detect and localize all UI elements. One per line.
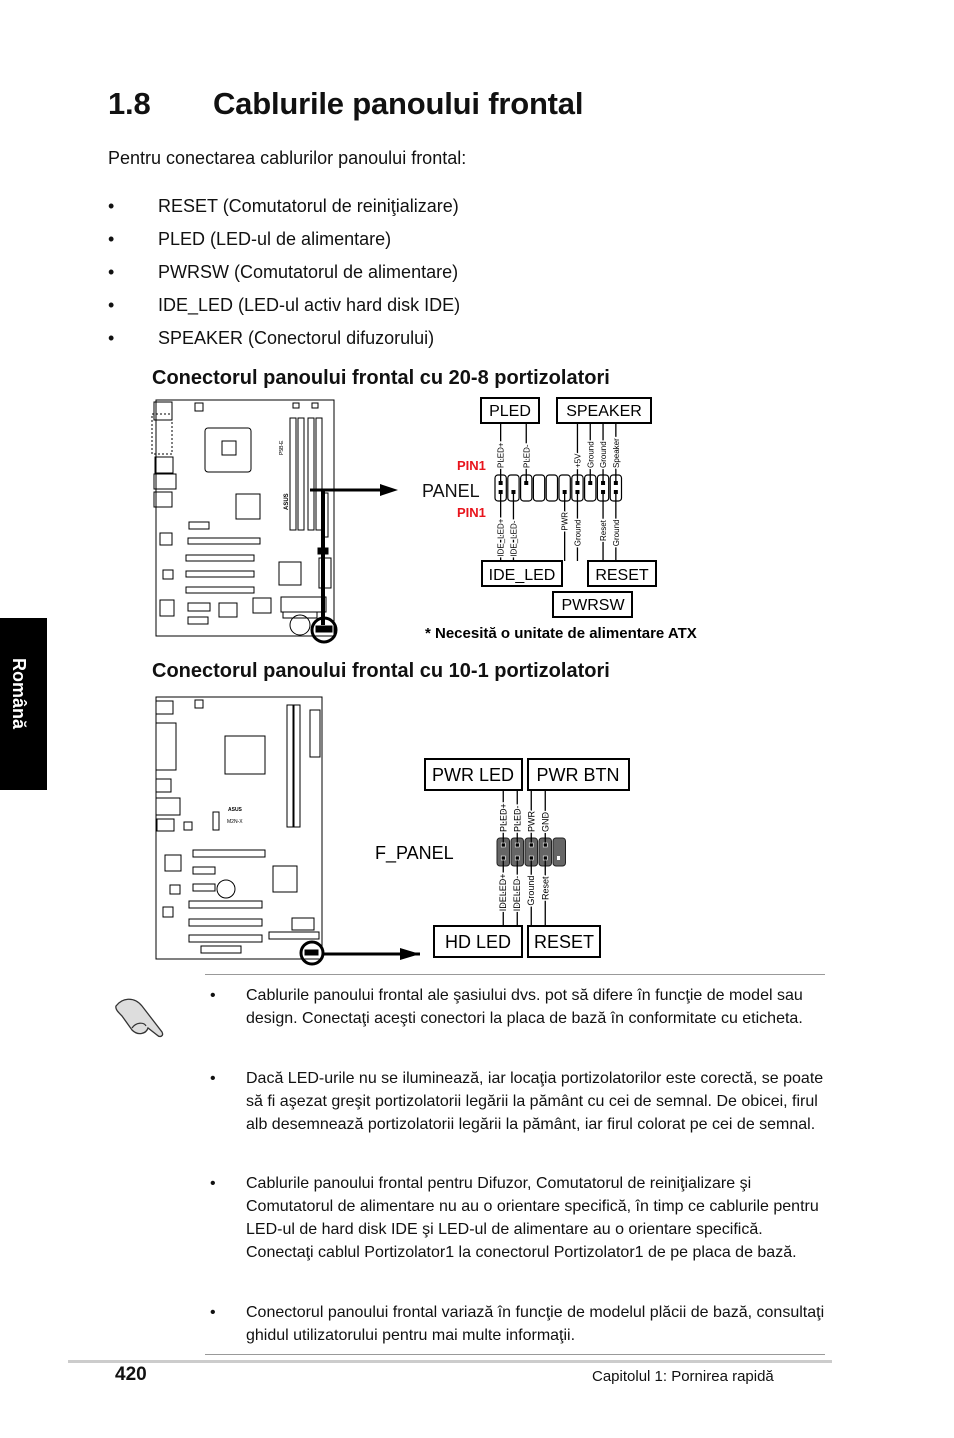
svg-text:IDE_LED: IDE_LED (489, 567, 556, 584)
svg-text:SPEAKER: SPEAKER (566, 403, 642, 420)
pin-label: Ground (526, 876, 536, 906)
diagram2-title: Conectorul panoului frontal cu 10-1 port… (152, 660, 610, 682)
svg-text:PLED: PLED (489, 403, 531, 420)
pin-column (552, 837, 566, 867)
f-panel-label: F_PANEL (375, 843, 454, 864)
pin-label: IDE_LED- (509, 520, 518, 556)
svg-text:P5B-E: P5B-E (279, 440, 285, 455)
dimm-slot (286, 704, 294, 828)
svg-text:RESET: RESET (534, 932, 594, 952)
page-number: 420 (115, 1364, 147, 1385)
pin-label: Ground (612, 520, 621, 547)
pin (514, 855, 520, 861)
pin (613, 490, 618, 494)
pin-label: PWR (561, 512, 570, 531)
pin-label: Ground (586, 441, 595, 468)
svg-text:M2N-X: M2N-X (227, 819, 243, 825)
svg-text:PWR BTN: PWR BTN (537, 765, 620, 785)
pin (528, 842, 534, 848)
arrow-icon (400, 948, 420, 960)
svg-text:ASUS: ASUS (284, 493, 290, 510)
note-bottom-divider (205, 1354, 825, 1355)
pin-label: +5V (573, 453, 582, 468)
pin1-bottom-label: PIN1 (457, 505, 486, 520)
arrow-icon (380, 484, 398, 496)
dimm-slot (289, 417, 297, 531)
pin-label: GND (540, 812, 550, 833)
pin-label: PLED- (512, 805, 522, 832)
pin (601, 481, 606, 485)
pin-label: PLED- (522, 444, 531, 468)
pin-label: Ground (599, 441, 608, 468)
note-top-divider (205, 974, 825, 975)
pin-label: IDELED+ (498, 873, 508, 911)
board-outline (155, 399, 335, 637)
pin (500, 855, 506, 861)
panel-connector-20pin: PLED+ PLED- +5V Ground Ground Speaker IDE_LED+… (494, 424, 622, 561)
pin-label: IDE_LED+ (497, 518, 506, 556)
hand-note-icon (115, 998, 164, 1038)
note-item: • Cablurile panoului frontal pentru Difuz… (210, 1175, 819, 1261)
panel-label: PANEL (422, 481, 480, 501)
note-item: • Cablurile panoului frontal ale şasiului… (210, 987, 803, 1027)
pin (575, 490, 580, 494)
pin (524, 481, 529, 485)
pin-label: PLED+ (497, 442, 506, 468)
panel-connector-10pin: PLED+ PLED- PWR GND IDELED+ IDELED- Ground Rese… (496, 790, 566, 926)
pin-column (532, 474, 546, 502)
pin-label: Reset (599, 519, 608, 541)
pin (542, 855, 548, 861)
pin (542, 842, 548, 848)
motherboard-m2n-x: ASUS M2N-X (155, 696, 420, 966)
pin-label: PWR (526, 811, 536, 832)
pin (588, 481, 593, 485)
pin-label: Speaker (612, 438, 621, 468)
pin-column (545, 474, 559, 502)
motherboard-p5b-e: P5B-E ASUS (151, 399, 380, 644)
footnote: * Necesită o unitate de alimentare ATX (425, 625, 697, 642)
pin (562, 490, 567, 494)
pin (575, 481, 580, 485)
svg-text:ASUS: ASUS (228, 807, 243, 813)
cpu-socket (204, 427, 252, 473)
pin (498, 481, 503, 485)
pin (557, 856, 560, 860)
pin-label: Reset (540, 876, 550, 900)
svg-text:PWR LED: PWR LED (432, 765, 514, 785)
note-item: • Dacă LED-urile nu se iluminează, iar lo… (210, 1070, 824, 1133)
pin-label: IDELED- (512, 876, 522, 912)
svg-text:RESET: RESET (595, 567, 649, 584)
pin (613, 481, 618, 485)
footer-divider (68, 1360, 832, 1363)
pin (500, 842, 506, 848)
svg-text:HD LED: HD LED (445, 932, 511, 952)
svg-text:PWRSW: PWRSW (561, 597, 625, 614)
pin1-top-label: PIN1 (457, 458, 486, 473)
note-item: • Conectorul panoului frontal variază în … (210, 1304, 825, 1344)
pin-label: Ground (573, 520, 582, 547)
pin (511, 490, 516, 494)
pin (514, 842, 520, 848)
cpu-socket (224, 735, 266, 775)
chapter-title: Capitolul 1: Pornirea rapidă (592, 1368, 774, 1385)
pin (528, 855, 534, 861)
pin (601, 490, 606, 494)
pin (498, 490, 503, 494)
pin-label: PLED+ (498, 803, 508, 832)
